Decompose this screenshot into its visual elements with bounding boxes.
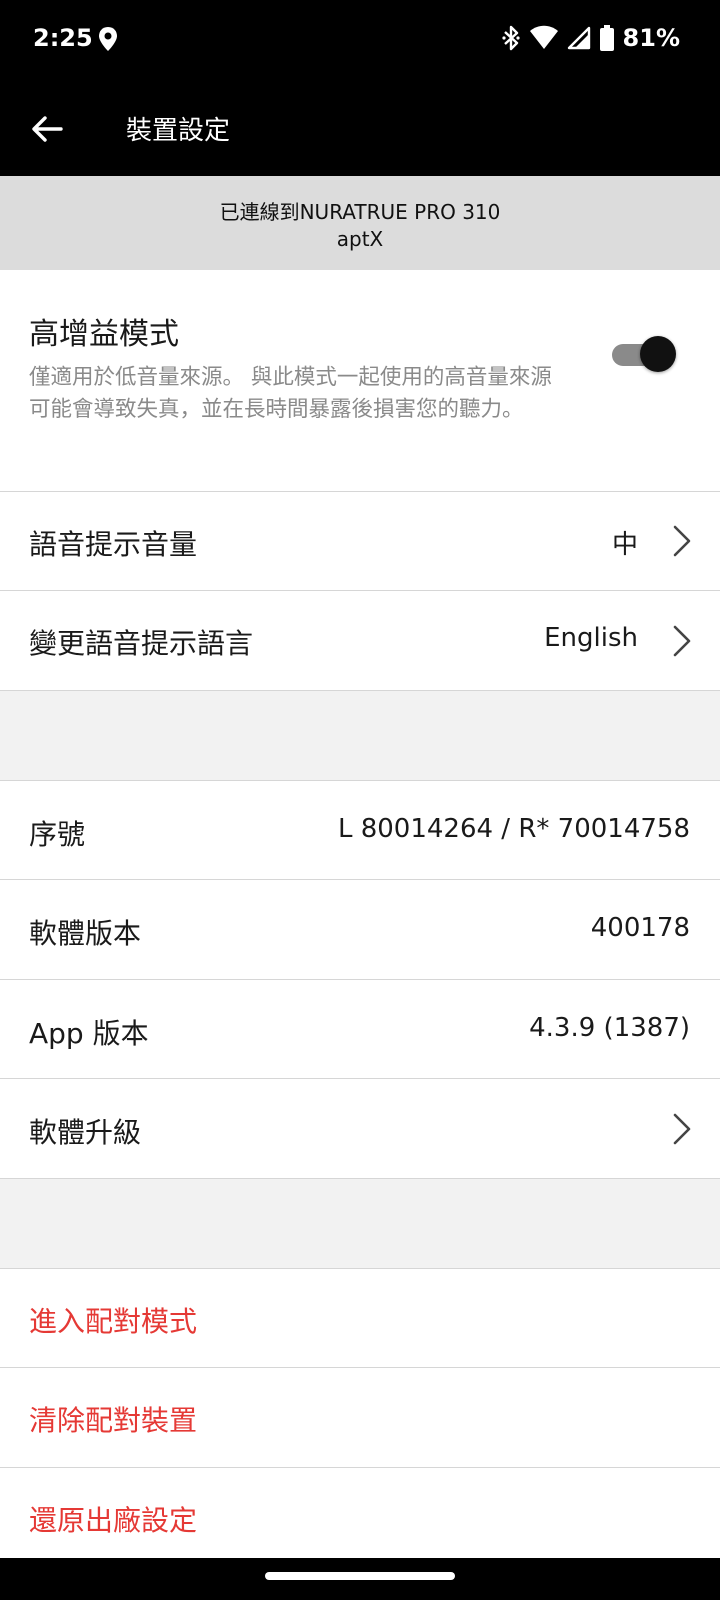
- voice-prompt-language-value: English: [544, 623, 638, 653]
- chevron-right-icon: [673, 625, 691, 657]
- clear-paired-devices-button[interactable]: 清除配對裝置: [0, 1368, 720, 1468]
- serial-value: L 80014264 / R* 70014758: [337, 814, 690, 844]
- firmware-upgrade-row[interactable]: 軟體升級: [0, 1079, 720, 1179]
- voice-prompt-volume-value: 中: [611, 530, 638, 560]
- serial-row: 序號 L 80014264 / R* 70014758: [0, 781, 720, 880]
- system-nav-bar: [0, 1558, 720, 1600]
- firmware-version-row: 軟體版本 400178: [0, 880, 720, 980]
- connection-banner: 已連線到NURATRUE PRO 310 aptX: [0, 176, 720, 270]
- status-icons: 81%: [501, 22, 680, 54]
- section-spacer: [0, 691, 720, 781]
- wifi-icon: [529, 25, 558, 49]
- status-bar: 2:25 81%: [0, 0, 720, 82]
- battery-percent: 81%: [622, 24, 680, 52]
- clear-paired-label: 清除配對裝置: [29, 1404, 198, 1437]
- page-title: 裝置設定: [126, 116, 231, 146]
- factory-reset-button[interactable]: 還原出廠設定: [0, 1468, 720, 1558]
- firmware-version-label: 軟體版本: [29, 917, 142, 950]
- firmware-version-value: 400178: [590, 913, 690, 943]
- connected-device-text: 已連線到NURATRUE PRO 310: [219, 200, 501, 224]
- voice-prompt-volume-row[interactable]: 語音提示音量 中: [0, 492, 720, 591]
- chevron-right-icon: [673, 1113, 691, 1145]
- voice-prompt-volume-label: 語音提示音量: [29, 528, 198, 561]
- location-icon: [99, 27, 117, 51]
- factory-reset-label: 還原出廠設定: [29, 1504, 198, 1537]
- voice-prompt-language-row[interactable]: 變更語音提示語言 English: [0, 591, 720, 691]
- toggle-thumb: [640, 336, 676, 372]
- section-spacer: [0, 1179, 720, 1269]
- chevron-right-icon: [673, 525, 691, 557]
- high-gain-toggle[interactable]: [610, 336, 676, 372]
- status-time: 2:25: [33, 24, 93, 52]
- voice-prompt-language-label: 變更語音提示語言: [29, 627, 254, 660]
- serial-label: 序號: [29, 818, 86, 851]
- battery-icon: [599, 25, 614, 51]
- codec-text: aptX: [336, 227, 384, 251]
- signal-icon: [567, 26, 590, 50]
- home-gesture-handle[interactable]: [265, 1572, 455, 1580]
- high-gain-description: 僅適用於低音量來源。 與此模式一起使用的高音量來源可能會導致失真，並在長時間暴露…: [29, 365, 552, 422]
- app-version-row: App 版本 4.3.9 (1387): [0, 980, 720, 1079]
- app-version-value: 4.3.9 (1387): [529, 1013, 690, 1043]
- back-button[interactable]: [22, 104, 72, 154]
- app-version-label: App 版本: [29, 1017, 149, 1050]
- pairing-mode-button[interactable]: 進入配對模式: [0, 1269, 720, 1368]
- high-gain-row: 高增益模式 僅適用於低音量來源。 與此模式一起使用的高音量來源可能會導致失真，並…: [0, 270, 720, 492]
- bluetooth-icon: [501, 25, 520, 51]
- firmware-upgrade-label: 軟體升級: [29, 1116, 142, 1149]
- pairing-mode-label: 進入配對模式: [29, 1305, 198, 1338]
- app-bar: 裝置設定: [0, 82, 720, 176]
- high-gain-title: 高增益模式: [29, 317, 179, 352]
- arrow-left-icon: [32, 116, 63, 142]
